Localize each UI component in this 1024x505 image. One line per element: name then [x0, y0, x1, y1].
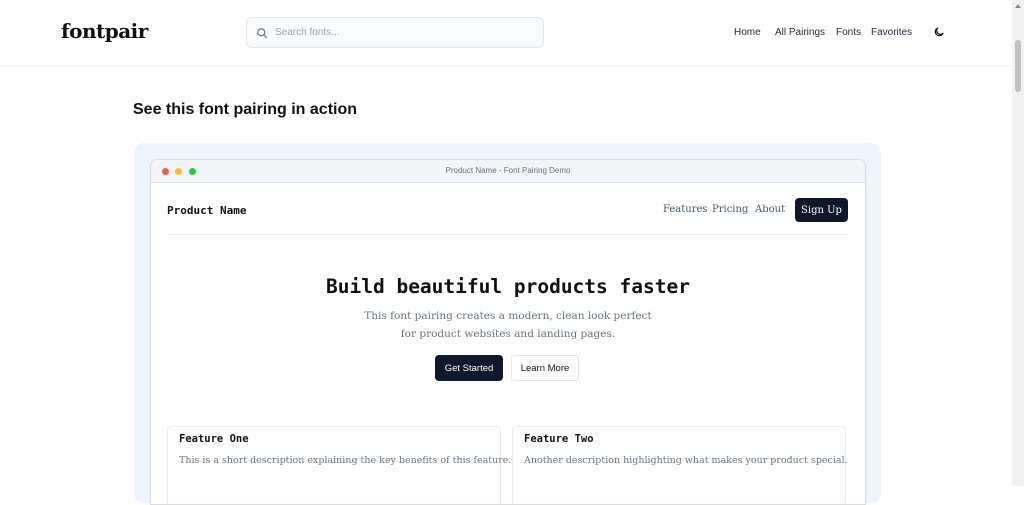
- demo-nav-features[interactable]: Features: [663, 204, 708, 215]
- nav-fonts[interactable]: Fonts: [836, 27, 861, 38]
- demo-nav-about[interactable]: About: [755, 204, 785, 215]
- section-title: See this font pairing in action: [133, 101, 358, 118]
- learn-more-button[interactable]: Learn More: [511, 355, 579, 381]
- feature-title: Feature Two: [524, 433, 594, 445]
- demo-window-titlebar: Product Name - Font Pairing Demo: [151, 160, 865, 183]
- main-nav: Home All Pairings Fonts Favorites: [0, 27, 1012, 41]
- demo-navbar: Product Name Features Pricing About Sign…: [167, 198, 848, 235]
- get-started-button[interactable]: Get Started: [435, 355, 503, 381]
- feature-title: Feature One: [179, 433, 249, 445]
- nav-all-pairings[interactable]: All Pairings: [775, 27, 825, 38]
- page-scrollbar[interactable]: [1012, 0, 1024, 486]
- feature-description: This is a short description explaining t…: [179, 455, 512, 466]
- feature-card: Feature Two Another description highligh…: [512, 426, 848, 504]
- feature-description: Another description highlighting what ma…: [524, 455, 848, 466]
- demo-hero-description: This font pairing creates a modern, clea…: [364, 310, 652, 340]
- nav-home[interactable]: Home: [734, 27, 761, 38]
- demo-brand[interactable]: Product Name: [167, 204, 246, 217]
- demo-hero-title: Build beautiful products faster: [326, 275, 690, 298]
- scrollbar-thumb[interactable]: [1015, 40, 1021, 92]
- demo-browser-window: Product Name - Font Pairing Demo Product…: [150, 159, 866, 505]
- demo-preview-container: Product Name - Font Pairing Demo Product…: [134, 143, 881, 505]
- moon-icon[interactable]: [933, 26, 945, 38]
- feature-card: Feature One This is a short description …: [167, 426, 512, 504]
- scroll-up-arrow-icon[interactable]: [1015, 4, 1021, 8]
- demo-signup-button[interactable]: Sign Up: [795, 198, 848, 222]
- site-header: fontpair Home All Pairings Fonts Favorit…: [0, 0, 1012, 66]
- demo-window-title: Product Name - Font Pairing Demo: [445, 166, 571, 175]
- demo-nav-pricing[interactable]: Pricing: [712, 204, 748, 215]
- nav-favorites[interactable]: Favorites: [871, 27, 912, 38]
